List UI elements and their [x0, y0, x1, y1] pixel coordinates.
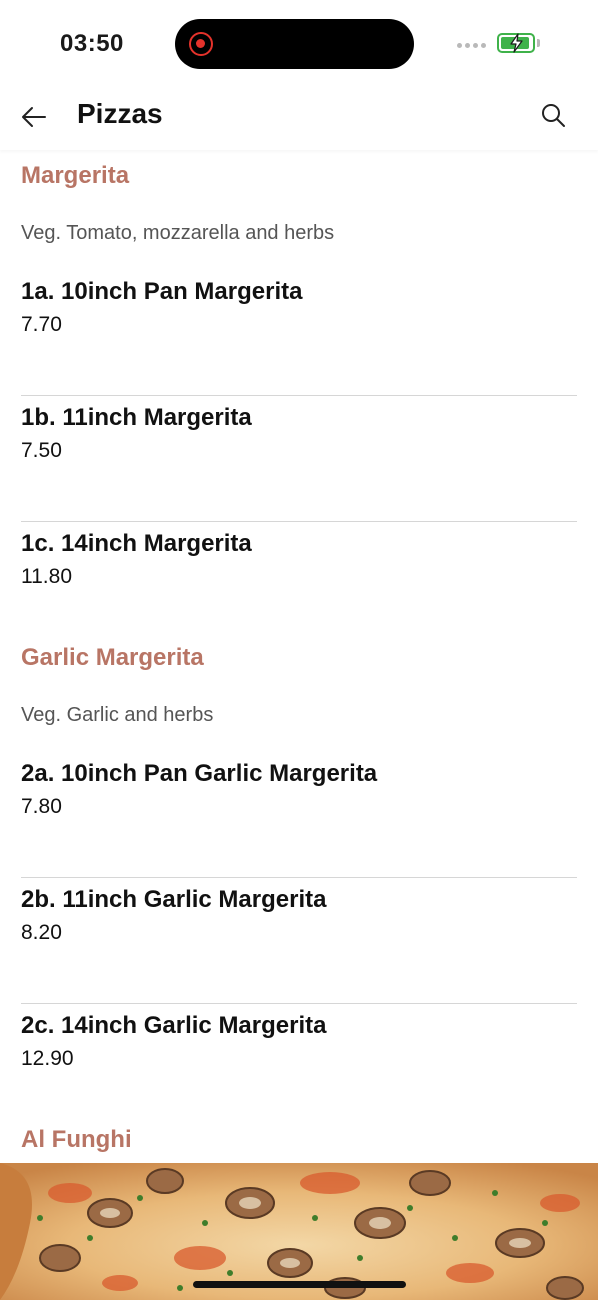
item-name: 2c. 14inch Garlic Margerita [21, 1012, 327, 1039]
menu-item[interactable]: 2a. 10inch Pan Garlic Margerita 7.80 [21, 752, 577, 878]
item-name: 1b. 11inch Margerita [21, 404, 252, 431]
menu-section-al-funghi: Al Funghi [0, 1114, 598, 1170]
signal-icon [457, 43, 486, 48]
item-name: 1a. 10inch Pan Margerita [21, 278, 303, 305]
menu-item[interactable]: 1b. 11inch Margerita 7.50 [21, 396, 577, 522]
app-header: Pizzas [0, 90, 598, 150]
pizza-image [0, 1163, 598, 1300]
screen: 03:50 Pizzas Margerita Veg. Tomato, mozz… [0, 0, 598, 1300]
item-price: 7.70 [21, 313, 62, 336]
dynamic-island [175, 19, 414, 69]
battery-icon [497, 33, 535, 53]
item-price: 12.90 [21, 1047, 74, 1070]
item-price: 7.80 [21, 795, 62, 818]
battery-cap [537, 39, 540, 47]
search-icon[interactable] [540, 102, 566, 128]
mushroom-pizza-photo [0, 1163, 598, 1300]
section-description: Veg. Tomato, mozzarella and herbs [21, 222, 335, 244]
section-description: Veg. Garlic and herbs [21, 704, 214, 726]
charging-bolt-icon [510, 33, 523, 53]
menu-item[interactable]: 1a. 10inch Pan Margerita 7.70 [21, 270, 577, 396]
item-name: 2b. 11inch Garlic Margerita [21, 886, 327, 913]
item-price: 11.80 [21, 565, 72, 588]
item-price: 7.50 [21, 439, 62, 462]
status-time: 03:50 [60, 30, 124, 57]
item-name: 1c. 14inch Margerita [21, 530, 252, 557]
section-title: Al Funghi [21, 1126, 132, 1153]
menu-item[interactable]: 1c. 14inch Margerita 11.80 [21, 522, 577, 632]
menu-section-garlic-margerita: Garlic Margerita Veg. Garlic and herbs 2… [0, 632, 598, 1114]
home-indicator[interactable] [193, 1281, 406, 1288]
menu-list: Margerita Veg. Tomato, mozzarella and he… [0, 150, 598, 1170]
status-bar: 03:50 [0, 0, 598, 90]
recording-icon [189, 32, 213, 56]
section-title: Margerita [21, 162, 130, 189]
item-name: 2a. 10inch Pan Garlic Margerita [21, 760, 378, 787]
section-title: Garlic Margerita [21, 644, 204, 671]
page-title: Pizzas [77, 98, 163, 129]
item-price: 8.20 [21, 921, 62, 944]
menu-item[interactable]: 2c. 14inch Garlic Margerita 12.90 [21, 1004, 577, 1114]
arrow-left-icon[interactable] [20, 102, 50, 132]
menu-section-margerita: Margerita Veg. Tomato, mozzarella and he… [0, 150, 598, 632]
menu-item[interactable]: 2b. 11inch Garlic Margerita 8.20 [21, 878, 577, 1004]
